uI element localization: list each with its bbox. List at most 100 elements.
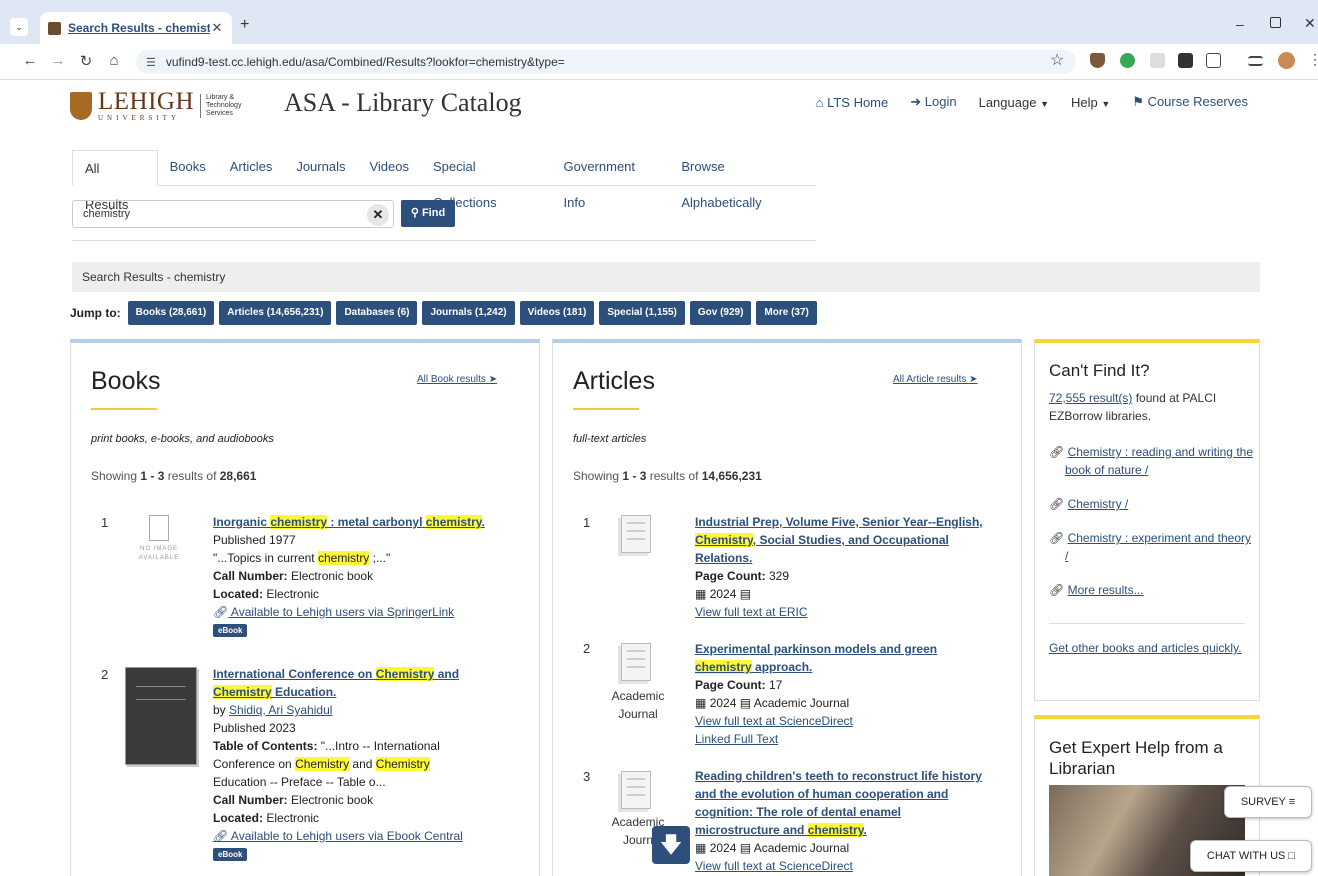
jump-special-button[interactable]: Special (1,155) [599,301,685,325]
calendar-icon: ▦ [695,587,707,601]
jump-journals-button[interactable]: Journals (1,242) [422,301,515,325]
book-result-2: International Conference on Chemistry an… [213,665,513,861]
linked-full-text-link[interactable]: Linked Full Text [695,730,1005,748]
link-icon: 🔗︎ [213,829,229,843]
full-text-link[interactable]: View full text at ERIC [695,603,1005,621]
arrow-down-icon: 🡇 [659,832,683,857]
top-nav: ⌂ LTS Home ➜ Login Language ▼ Help ▼ ⚑ C… [816,94,1248,110]
result-title-link[interactable]: Experimental parkinson models and green c… [695,640,1005,676]
tab-government-info[interactable]: Government Info [551,149,669,210]
close-tab-icon[interactable]: ✕ [210,20,224,36]
tab-list-button[interactable]: ⌄ [10,18,28,36]
cant-find-it-panel: Can't Find It? 72,555 result(s) found at… [1034,339,1260,701]
reading-list-icon[interactable] [1248,56,1263,66]
document-icon [621,515,651,553]
find-button[interactable]: ⚲ Find [401,200,455,227]
extension-doc-icon[interactable] [1150,53,1165,68]
tab-special-collections[interactable]: Special Collections [421,149,552,210]
get-other-link[interactable]: Get other books and articles quickly. [1049,641,1242,655]
extension-dark-icon[interactable] [1178,53,1193,68]
lehigh-logo[interactable]: LEHIGH UNIVERSITY Library & Technology S… [70,89,260,122]
result-title-link[interactable]: Inorganic chemistry : metal carbonyl che… [213,513,513,531]
articles-description: full-text articles [573,433,647,445]
tab-browse-alphabetically[interactable]: Browse Alphabetically [669,149,816,210]
jump-gov-button[interactable]: Gov (929) [689,301,752,325]
course-reserves-link[interactable]: ⚑ Course Reserves [1132,94,1248,110]
tab-videos[interactable]: Videos [357,149,421,185]
extensions-puzzle-icon[interactable] [1206,53,1221,68]
tab-articles[interactable]: Articles [218,149,285,185]
address-bar[interactable]: ☰ vufind9-test.cc.lehigh.edu/asa/Combine… [136,50,1076,74]
books-showing: Showing 1 - 3 results of 28,661 [91,469,257,483]
full-text-link[interactable]: View full text at ScienceDirect [695,857,1005,875]
jump-books-button[interactable]: Books (28,661) [127,301,215,325]
tab-books[interactable]: Books [158,149,218,185]
calendar-icon: ▦ [695,696,707,710]
profile-avatar[interactable] [1278,52,1295,69]
jump-to-bar: Jump to: Books (28,661) Articles (14,656… [70,301,817,325]
back-icon[interactable]: ← [20,52,40,69]
page-count: Page Count: 329 [695,569,790,583]
clear-search-icon[interactable]: ✕ [367,204,389,226]
all-article-results-link[interactable]: All Article results ➤ [893,374,978,385]
survey-button[interactable]: SURVEY ≡ [1224,786,1312,818]
author-link[interactable]: Shidiq, Ari Syahidul [229,703,332,717]
result-number: 2 [101,667,109,682]
forward-icon[interactable]: → [48,52,68,69]
date-format: ▦ 2024 ▤ Academic Journal [695,696,850,710]
no-image-placeholder: NO IMAGE AVAILABLE [123,515,195,563]
new-tab-button[interactable]: + [240,16,249,34]
get-other-link-wrap: Get other books and articles quickly. [1049,639,1245,657]
ezborrow-link[interactable]: 72,555 result(s) [1049,391,1132,405]
lts-home-link[interactable]: ⌂ LTS Home [816,95,889,110]
site-settings-icon[interactable]: ☰ [146,56,156,69]
extension-green-icon[interactable] [1120,53,1135,68]
login-link[interactable]: ➜ Login [910,94,956,110]
chat-with-us-button[interactable]: CHAT WITH US □ [1190,840,1312,872]
document-icon [621,643,651,681]
tab-journals[interactable]: Journals [284,149,357,185]
full-text-link[interactable]: View full text at ScienceDirect [695,712,1005,730]
reload-icon[interactable]: ↻ [76,52,96,70]
site-title[interactable]: ASA - Library Catalog [284,88,522,118]
browser-menu-icon[interactable]: ⋮ [1308,51,1318,68]
tab-favicon [48,21,61,35]
maximize-icon[interactable] [1270,17,1281,28]
tab-all-results[interactable]: All Results [72,150,158,212]
published: Published 1977 [213,533,296,547]
document-small-icon: ▤ [739,587,752,601]
access-link[interactable]: 🔗︎ Available to Lehigh users via Springe… [213,603,513,621]
language-dropdown[interactable]: Language ▼ [979,95,1049,110]
search-tabs: All Results Books Articles Journals Vide… [72,149,816,212]
result-number: 1 [583,515,591,530]
result-title-link[interactable]: Reading children's teeth to reconstruct … [695,767,1005,839]
heading-underline [573,408,639,410]
article-result-1: Industrial Prep, Volume Five, Senior Yea… [695,513,1005,621]
result-title-link[interactable]: International Conference on Chemistry an… [213,665,513,701]
date-format: ▦ 2024 ▤ Academic Journal [695,841,850,855]
tab-title: Search Results - chemistry :: Lib [68,21,210,35]
articles-heading: Articles [573,367,655,395]
extension-shield-icon[interactable] [1090,53,1105,68]
format-badge: eBook [213,848,248,861]
scroll-down-button[interactable]: 🡇 [652,826,690,864]
browser-tab[interactable]: Search Results - chemistry :: Lib ✕ [40,12,232,44]
format-label: Academic Journal [611,689,665,721]
book-cover-image[interactable] [125,667,197,765]
all-book-results-link[interactable]: All Book results ➤ [417,374,497,385]
home-icon[interactable]: ⌂ [104,52,124,69]
help-dropdown[interactable]: Help ▼ [1071,95,1110,110]
jump-articles-button[interactable]: Articles (14,656,231) [219,301,332,325]
survey-icon: ≡ [1288,796,1296,808]
document-small-icon: ▤ [739,696,752,710]
jump-videos-button[interactable]: Videos (181) [519,301,595,325]
bookmark-star-icon[interactable]: ☆ [1050,50,1064,70]
search-input[interactable]: chemistry [72,200,394,228]
result-title-link[interactable]: Industrial Prep, Volume Five, Senior Yea… [695,513,1005,567]
result-number: 3 [583,769,591,784]
access-link[interactable]: 🔗︎ Available to Lehigh users via Ebook C… [213,827,513,845]
jump-more-button[interactable]: More (37) [756,301,817,325]
minimize-icon[interactable]: – [1236,16,1244,32]
close-window-icon[interactable]: ✕ [1304,15,1316,32]
jump-databases-button[interactable]: Databases (6) [336,301,418,325]
